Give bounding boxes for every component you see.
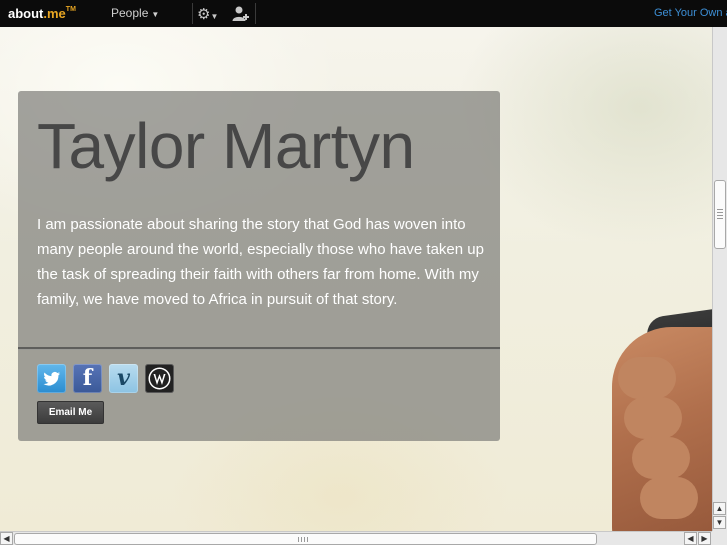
- people-menu[interactable]: People ▼: [111, 6, 159, 20]
- horizontal-scrollbar[interactable]: ◀ ◀ ▶: [0, 531, 712, 545]
- logo-tld: .me: [43, 6, 66, 21]
- grip-line: [717, 218, 723, 219]
- wordpress-icon: [148, 367, 171, 390]
- grip-line: [301, 537, 302, 542]
- gear-icon: ⚙: [197, 6, 211, 23]
- logo-text: about: [8, 6, 44, 21]
- vimeo-icon: v: [117, 365, 130, 391]
- arrow-left-icon: ◀: [687, 534, 694, 543]
- scroll-left-button[interactable]: ◀: [684, 532, 697, 545]
- finger: [632, 437, 690, 479]
- scrollbar-corner: [712, 531, 727, 545]
- facebook-link[interactable]: f: [73, 364, 102, 393]
- wordpress-link[interactable]: [145, 364, 174, 393]
- add-contact-button[interactable]: [231, 5, 249, 23]
- grip-line: [307, 537, 308, 542]
- grip-line: [304, 537, 305, 542]
- grip-line: [717, 212, 723, 213]
- grip-line: [717, 215, 723, 216]
- arrow-up-icon: ▲: [715, 504, 724, 513]
- add-person-icon: [232, 6, 249, 21]
- grip-line: [717, 209, 723, 210]
- profile-bio: I am passionate about sharing the story …: [37, 216, 484, 308]
- divider: [192, 3, 193, 24]
- facebook-icon: f: [82, 365, 93, 391]
- horizontal-scroll-thumb[interactable]: [14, 533, 597, 545]
- finger: [624, 397, 682, 439]
- about-me-logo[interactable]: about.meTM: [8, 6, 76, 21]
- arrow-left-icon: ◀: [3, 534, 10, 543]
- email-me-button[interactable]: Email Me: [37, 401, 104, 424]
- scroll-right-button[interactable]: ▶: [698, 532, 711, 545]
- top-navigation-bar: about.meTM People▼ ⚙▼ Get Your Own about…: [0, 0, 727, 27]
- divider: [255, 3, 256, 24]
- card-divider: [18, 347, 500, 350]
- profile-card: Taylor Martyn I am passionate about shar…: [18, 91, 500, 441]
- scroll-down-button[interactable]: ▼: [713, 516, 726, 529]
- arrow-down-icon: ▼: [715, 518, 724, 527]
- arrow-right-icon: ▶: [701, 534, 708, 543]
- scroll-left-button[interactable]: ◀: [0, 532, 13, 545]
- people-menu-label: People: [111, 6, 149, 20]
- scroll-up-button[interactable]: ▲: [713, 502, 726, 515]
- vimeo-link[interactable]: v: [109, 364, 138, 393]
- grip-line: [298, 537, 299, 542]
- chevron-down-icon: ▼: [151, 10, 160, 19]
- profile-name: Taylor Martyn: [37, 110, 415, 182]
- twitter-link[interactable]: [37, 364, 66, 393]
- twitter-icon: [43, 371, 60, 386]
- settings-menu[interactable]: ⚙▼: [197, 5, 218, 23]
- finger: [618, 357, 676, 399]
- logo-trademark: TM: [65, 6, 76, 13]
- chevron-down-icon: ▼: [210, 12, 219, 21]
- vertical-scrollbar[interactable]: ▲ ▼: [712, 27, 727, 531]
- get-your-own-link[interactable]: Get Your Own about.me Page: [654, 7, 727, 19]
- vertical-scroll-thumb[interactable]: [714, 180, 726, 249]
- finger: [640, 477, 698, 519]
